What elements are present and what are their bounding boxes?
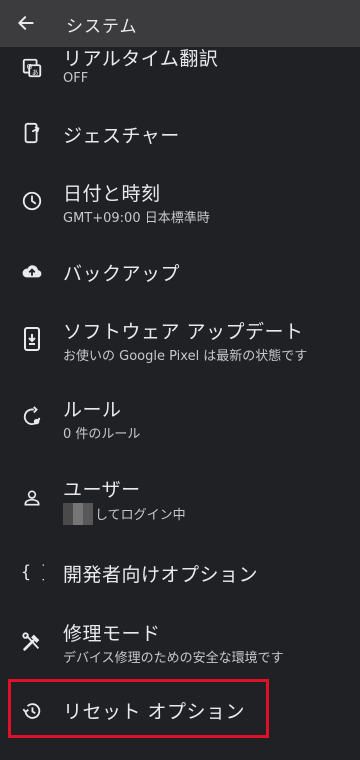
list-item-users[interactable]: ユーザー してログイン中: [0, 467, 360, 545]
arrow-back-icon: [16, 13, 36, 33]
clock-icon: [18, 187, 46, 215]
redacted-username: [63, 503, 93, 525]
item-title: ユーザー: [63, 479, 141, 501]
item-title: 日付と時刻: [63, 183, 161, 205]
braces-icon: { }: [18, 558, 46, 586]
item-title: バックアップ: [63, 263, 181, 285]
item-subtitle: デバイス修理のための安全な環境です: [63, 651, 284, 666]
person-icon: [18, 484, 46, 512]
item-title: ルール: [63, 399, 122, 421]
list-item-gestures[interactable]: ジェスチャー: [0, 94, 360, 172]
gesture-phone-icon: [18, 119, 46, 147]
repair-icon: [18, 628, 46, 656]
settings-screen: G あ リアルタイム翻訳 OFF ジェスチャー 日付と時刻 GMT+09:00 …: [0, 0, 360, 760]
list-item-date-time[interactable]: 日付と時刻 GMT+09:00 日本標準時: [0, 172, 360, 250]
page-title: システム: [66, 17, 138, 37]
item-title: ジェスチャー: [63, 125, 180, 147]
settings-list: G あ リアルタイム翻訳 OFF ジェスチャー 日付と時刻 GMT+09:00 …: [0, 0, 360, 760]
item-title: 修理モード: [63, 623, 161, 645]
rules-icon: [18, 403, 46, 431]
svg-text:あ: あ: [32, 68, 38, 76]
item-subtitle: してログイン中: [63, 503, 186, 525]
list-item-developer-options[interactable]: { } 開発者向けオプション: [0, 544, 360, 622]
login-status-text: してログイン中: [95, 508, 186, 523]
item-title: 開発者向けオプション: [63, 564, 259, 586]
system-update-icon: [18, 325, 46, 353]
cloud-upload-icon: [18, 257, 46, 285]
item-subtitle: OFF: [63, 71, 89, 86]
item-subtitle: 0 件のルール: [63, 427, 141, 442]
list-item-software-update[interactable]: ソフトウェア アップデート お使いの Google Pixel は最新の状態です: [0, 309, 360, 387]
list-item-rules[interactable]: ルール 0 件のルール: [0, 388, 360, 466]
item-title: リアルタイム翻訳: [63, 48, 219, 70]
back-button[interactable]: [12, 9, 40, 37]
item-subtitle: GMT+09:00 日本標準時: [63, 211, 210, 226]
item-subtitle: お使いの Google Pixel は最新の状態です: [63, 349, 308, 364]
item-title: ソフトウェア アップデート: [63, 321, 304, 343]
highlight-box: [8, 679, 269, 738]
translate-icon: G あ: [18, 54, 46, 82]
svg-text:{ }: { }: [21, 563, 44, 582]
top-app-bar: システム: [0, 0, 360, 47]
